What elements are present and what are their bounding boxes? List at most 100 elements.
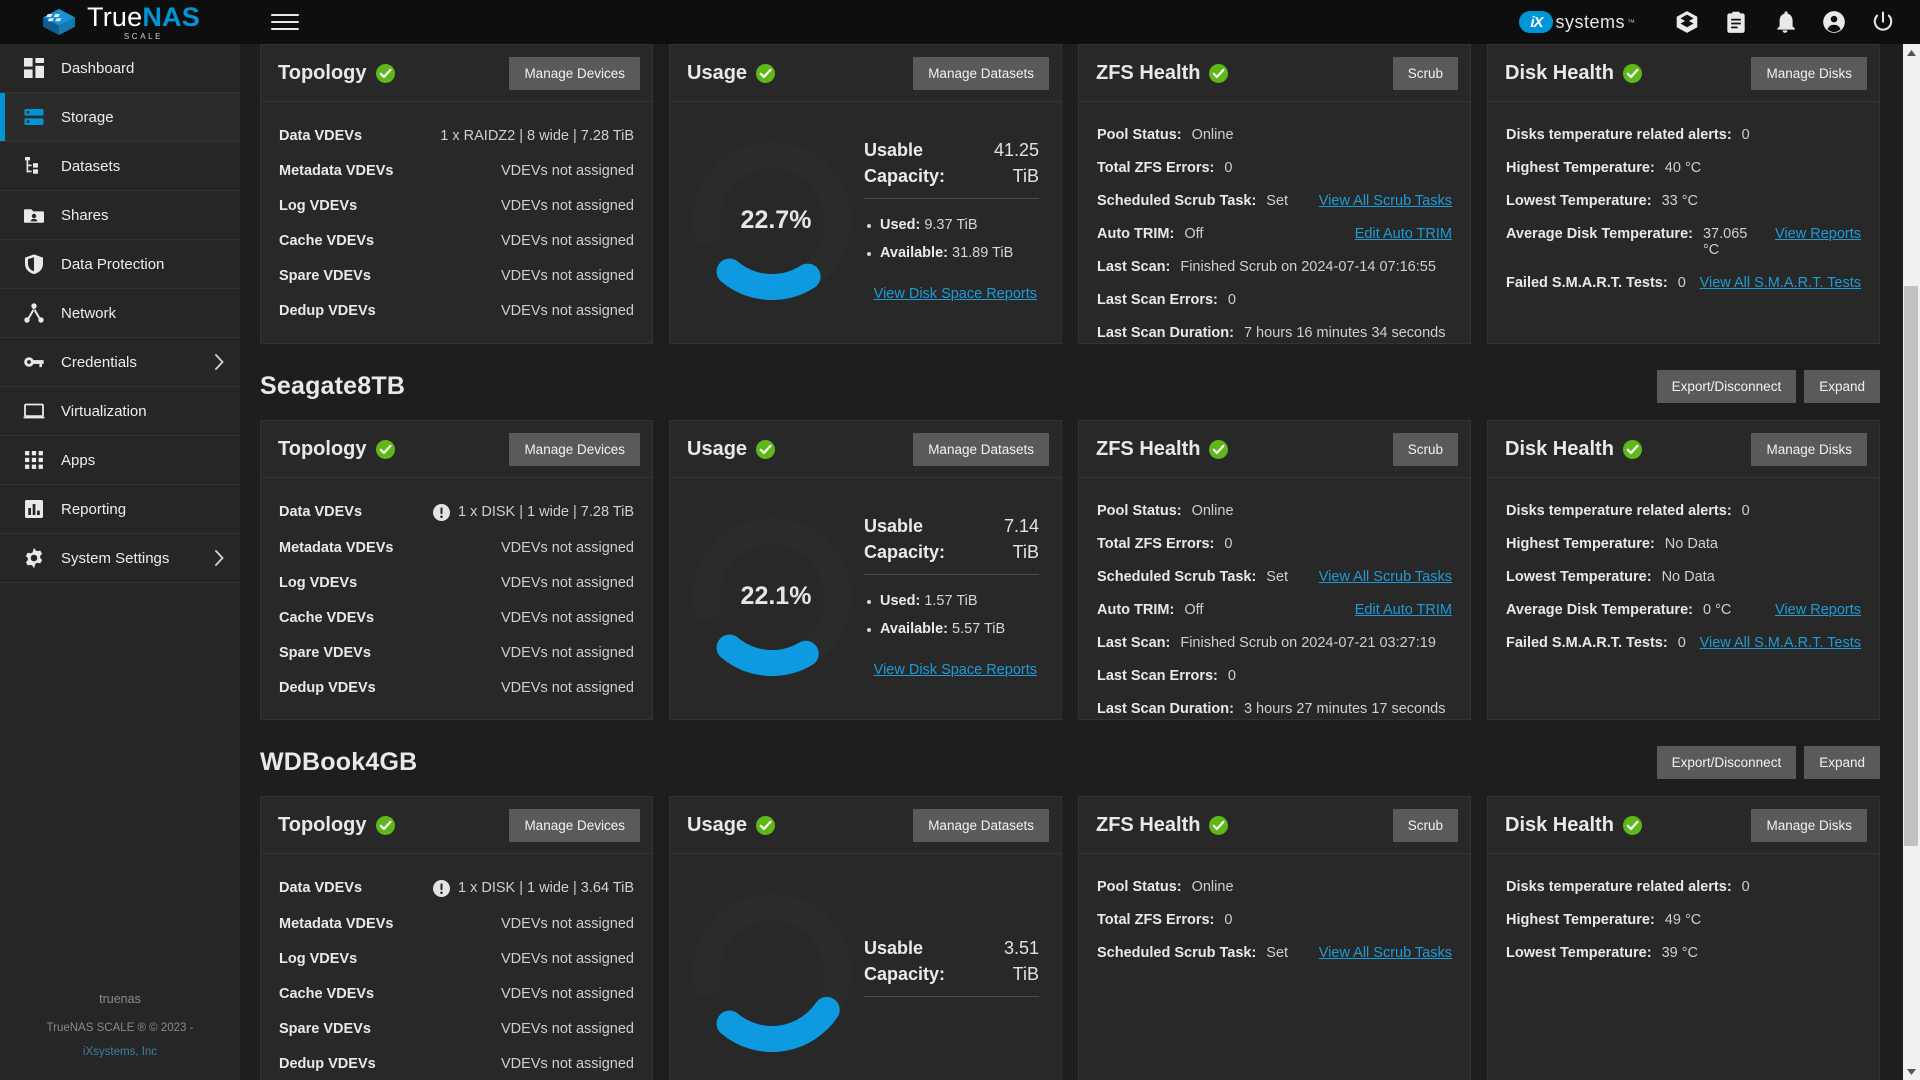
topology-value: 1 x DISK | 1 wide | 3.64 TiB [458, 880, 634, 896]
main-scrollbar[interactable] [1903, 44, 1920, 1080]
sidebar-item-system-settings[interactable]: System Settings [0, 534, 240, 583]
usage-details: Usable Capacity: 3.51 TiB [858, 936, 1043, 1009]
topology-row: Cache VDEVs VDEVs not assigned [279, 223, 634, 258]
sidebar-item-virtualization[interactable]: Virtualization [0, 387, 240, 436]
manage-devices-button[interactable]: Manage Devices [509, 56, 640, 90]
manage-datasets-button[interactable]: Manage Datasets [913, 432, 1049, 466]
chevron-right-icon[interactable] [214, 354, 224, 370]
card-body: Pool Status: Online Total ZFS Errors: 0 Sche… [1079, 102, 1470, 343]
expand-button[interactable]: Expand [1804, 745, 1880, 779]
sidebar-item-label: System Settings [61, 549, 170, 567]
gear-icon [14, 545, 54, 571]
topology-value: VDEVs not assigned [501, 539, 634, 556]
topology-value-wrap: VDEVs not assigned [501, 916, 634, 932]
manage-disks-button[interactable]: Manage Disks [1751, 432, 1867, 466]
card-header: Topology Manage Devices [261, 45, 652, 102]
topology-label: Log VDEVs [279, 197, 358, 214]
detail-row: Total ZFS Errors: 0 [1097, 151, 1452, 184]
topology-value: VDEVs not assigned [501, 644, 634, 661]
divider [864, 574, 1039, 576]
detail-value: Online [1191, 878, 1234, 895]
detail-value: 49 °C [1664, 911, 1702, 928]
card-title-text: Topology [278, 437, 367, 460]
scrub-button[interactable]: Scrub [1392, 808, 1458, 842]
scrub-button[interactable]: Scrub [1392, 432, 1458, 466]
card-header: Disk Health Manage Disks [1488, 421, 1879, 478]
view-disk-space-reports-link[interactable]: View Disk Space Reports [874, 286, 1037, 302]
network-icon [14, 300, 54, 326]
ixsystems-link[interactable]: iXsystems, Inc [83, 1046, 157, 1058]
card-header: ZFS Health Scrub [1079, 421, 1470, 478]
pool-block: Seagate8TB Export/Disconnect Expand Topolog… [260, 352, 1880, 728]
scrub-button[interactable]: Scrub [1392, 56, 1458, 90]
view-reports-link[interactable]: View Reports [1775, 226, 1861, 242]
sidebar-item-network[interactable]: Network [0, 289, 240, 338]
sidebar-item-apps[interactable]: Apps [0, 436, 240, 485]
sidebar-copyright: TrueNAS SCALE ® © 2023 - [46, 1021, 194, 1034]
expand-button[interactable]: Expand [1804, 369, 1880, 403]
manage-datasets-button[interactable]: Manage Datasets [913, 808, 1049, 842]
manage-disks-button[interactable]: Manage Disks [1751, 56, 1867, 90]
manage-devices-button[interactable]: Manage Devices [509, 432, 640, 466]
topology-label: Metadata VDEVs [279, 162, 394, 179]
detail-label: Disks temperature related alerts: [1506, 502, 1732, 519]
detail-label: Total ZFS Errors: [1097, 159, 1215, 176]
scrollbar-thumb[interactable] [1904, 286, 1918, 846]
sidebar-item-datasets[interactable]: Datasets [0, 142, 240, 191]
power-icon[interactable] [1870, 9, 1896, 35]
sidebar-item-credentials[interactable]: Credentials [0, 338, 240, 387]
scrollbar-up-arrow-icon[interactable] [1903, 44, 1920, 61]
manage-disks-button[interactable]: Manage Disks [1751, 808, 1867, 842]
manage-devices-button[interactable]: Manage Devices [509, 808, 640, 842]
export-disconnect-button[interactable]: Export/Disconnect [1656, 369, 1797, 403]
view-all-scrub-tasks-link[interactable]: View All Scrub Tasks [1319, 569, 1452, 585]
topology-label: Data VDEVs [279, 880, 363, 896]
card-body: Data VDEVs 1 x RAIDZ2 | 8 wide | 7.28 TiB… [261, 102, 652, 343]
available-value: 5.57 TiB [952, 621, 1006, 638]
bell-icon[interactable] [1772, 9, 1798, 35]
card-header: ZFS Health Scrub [1079, 797, 1470, 854]
zfs-health-card: ZFS Health Scrub Pool Status: Online Total Z… [1078, 796, 1471, 1080]
scrollbar-down-arrow-icon[interactable] [1903, 1063, 1920, 1080]
truenas-cube-icon[interactable] [1674, 9, 1700, 35]
sidebar-item-reporting[interactable]: Reporting [0, 485, 240, 534]
export-disconnect-button[interactable]: Export/Disconnect [1656, 745, 1797, 779]
view-all-scrub-tasks-link[interactable]: View All Scrub Tasks [1319, 945, 1452, 961]
view-all-smart-tests-link[interactable]: View All S.M.A.R.T. Tests [1700, 275, 1861, 291]
pool-name: WDBook4GB [260, 747, 418, 776]
detail-value: Finished Scrub on 2024-07-21 03:27:19 [1180, 634, 1436, 651]
clipboard-icon[interactable] [1723, 9, 1749, 35]
usage-gauge: 22.1% [686, 511, 858, 683]
topology-value: VDEVs not assigned [501, 574, 634, 591]
card-body: 22.7% Usable Capacity: 41.25 TiB Used: 9.37 … [670, 102, 1061, 343]
divider [864, 198, 1039, 200]
edit-auto-trim-link[interactable]: Edit Auto TRIM [1355, 602, 1452, 618]
sidebar-item-data-protection[interactable]: Data Protection [0, 240, 240, 289]
sidebar-item-storage[interactable]: Storage [0, 93, 240, 142]
detail-value: 0 °C [1702, 601, 1732, 618]
account-icon[interactable] [1821, 9, 1847, 35]
edit-auto-trim-link[interactable]: Edit Auto TRIM [1355, 226, 1452, 242]
topology-value-wrap: 1 x DISK | 1 wide | 7.28 TiB [433, 503, 634, 521]
topology-value: VDEVs not assigned [501, 609, 634, 626]
scrollbar-track[interactable] [1903, 61, 1920, 1063]
view-reports-link[interactable]: View Reports [1775, 602, 1861, 618]
detail-row: Average Disk Temperature: 37.065 °C View R… [1506, 217, 1861, 266]
pool-block: Topology Manage Devices Data VDEVs 1 x RAID… [260, 44, 1880, 352]
view-disk-space-reports-link[interactable]: View Disk Space Reports [874, 662, 1037, 678]
sidebar-item-shares[interactable]: Shares [0, 191, 240, 240]
view-all-smart-tests-link[interactable]: View All S.M.A.R.T. Tests [1700, 635, 1861, 651]
detail-value: 0 [1224, 911, 1233, 928]
detail-label: Scheduled Scrub Task: [1097, 192, 1257, 209]
available-row: Available: 31.89 TiB [864, 239, 1039, 267]
detail-label: Total ZFS Errors: [1097, 911, 1215, 928]
view-all-scrub-tasks-link[interactable]: View All Scrub Tasks [1319, 193, 1452, 209]
chevron-right-icon[interactable] [214, 550, 224, 566]
sidebar-item-label: Reporting [61, 500, 127, 518]
sidebar-item-dashboard[interactable]: Dashboard [0, 44, 240, 93]
detail-value: Set [1266, 192, 1289, 209]
menu-toggle-icon[interactable] [271, 8, 299, 36]
bar-chart-icon [14, 496, 54, 522]
manage-datasets-button[interactable]: Manage Datasets [913, 56, 1049, 90]
pool-cards: Topology Manage Devices Data VDEVs 1 x RAID… [260, 44, 1880, 352]
